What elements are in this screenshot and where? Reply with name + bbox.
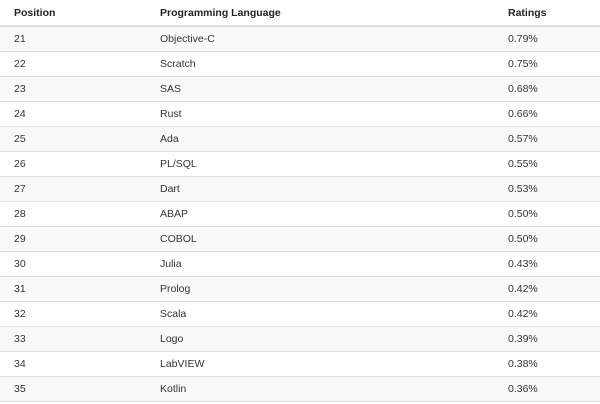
table-row: 29 COBOL 0.50%: [0, 227, 600, 252]
cell-language: COBOL: [160, 233, 197, 245]
table-row: 32 Scala 0.42%: [0, 302, 600, 327]
table-row: 28 ABAP 0.50%: [0, 202, 600, 227]
table-row: 25 Ada 0.57%: [0, 127, 600, 152]
cell-position: 33: [14, 333, 26, 345]
cell-position: 23: [14, 83, 26, 95]
ratings-table: Position Programming Language Ratings 21…: [0, 0, 600, 402]
cell-rating: 0.68%: [508, 83, 538, 95]
cell-language: Prolog: [160, 283, 191, 295]
cell-position: 27: [14, 183, 26, 195]
cell-language: Objective-C: [160, 33, 215, 45]
table-row: 30 Julia 0.43%: [0, 252, 600, 277]
cell-position: 25: [14, 133, 26, 145]
cell-rating: 0.53%: [508, 183, 538, 195]
table-row: 35 Kotlin 0.36%: [0, 377, 600, 402]
cell-rating: 0.66%: [508, 108, 538, 120]
cell-language: Rust: [160, 108, 182, 120]
table-header-row: Position Programming Language Ratings: [0, 0, 600, 27]
cell-rating: 0.50%: [508, 233, 538, 245]
table-row: 26 PL/SQL 0.55%: [0, 152, 600, 177]
cell-rating: 0.55%: [508, 158, 538, 170]
cell-rating: 0.36%: [508, 383, 538, 395]
cell-rating: 0.79%: [508, 33, 538, 45]
cell-position: 31: [14, 283, 26, 295]
header-position: Position: [14, 7, 56, 19]
table-row: 34 LabVIEW 0.38%: [0, 352, 600, 377]
header-ratings: Ratings: [508, 7, 547, 19]
table-row: 33 Logo 0.39%: [0, 327, 600, 352]
table-row: 22 Scratch 0.75%: [0, 52, 600, 77]
cell-position: 22: [14, 58, 26, 70]
cell-rating: 0.43%: [508, 258, 538, 270]
cell-language: Julia: [160, 258, 182, 270]
cell-position: 24: [14, 108, 26, 120]
cell-rating: 0.42%: [508, 283, 538, 295]
cell-language: Kotlin: [160, 383, 187, 395]
cell-language: Scratch: [160, 58, 196, 70]
cell-language: Logo: [160, 333, 184, 345]
cell-language: Ada: [160, 133, 179, 145]
cell-rating: 0.39%: [508, 333, 538, 345]
cell-position: 30: [14, 258, 26, 270]
cell-rating: 0.57%: [508, 133, 538, 145]
table-row: 27 Dart 0.53%: [0, 177, 600, 202]
cell-language: Dart: [160, 183, 180, 195]
cell-language: ABAP: [160, 208, 189, 220]
cell-position: 28: [14, 208, 26, 220]
cell-position: 32: [14, 308, 26, 320]
cell-position: 35: [14, 383, 26, 395]
table-row: 24 Rust 0.66%: [0, 102, 600, 127]
cell-position: 34: [14, 358, 26, 370]
cell-rating: 0.42%: [508, 308, 538, 320]
cell-rating: 0.38%: [508, 358, 538, 370]
header-programming-language: Programming Language: [160, 7, 281, 19]
cell-position: 26: [14, 158, 26, 170]
cell-rating: 0.50%: [508, 208, 538, 220]
cell-language: LabVIEW: [160, 358, 205, 370]
cell-language: Scala: [160, 308, 187, 320]
cell-position: 21: [14, 33, 26, 45]
cell-language: SAS: [160, 83, 182, 95]
table-row: 31 Prolog 0.42%: [0, 277, 600, 302]
cell-language: PL/SQL: [160, 158, 197, 170]
cell-position: 29: [14, 233, 26, 245]
cell-rating: 0.75%: [508, 58, 538, 70]
table-row: 23 SAS 0.68%: [0, 77, 600, 102]
table-row: 21 Objective-C 0.79%: [0, 27, 600, 52]
